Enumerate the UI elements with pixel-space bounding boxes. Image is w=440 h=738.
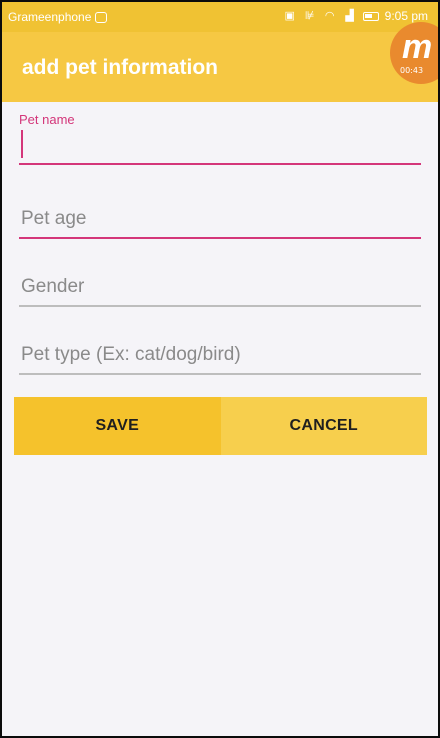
pet-name-input[interactable] xyxy=(19,127,421,163)
nfc-icon: ▣ xyxy=(284,10,295,22)
pet-name-field: Pet name xyxy=(19,112,421,165)
gender-field xyxy=(19,269,421,307)
pet-type-field xyxy=(19,337,421,375)
pet-name-underline xyxy=(19,163,421,165)
app-bar: add pet information m 00:43 xyxy=(2,22,438,102)
wifi-icon: ◠ xyxy=(324,10,335,22)
page-title: add pet information xyxy=(22,56,218,79)
battery-icon xyxy=(362,11,379,21)
carrier-info: Grameenphone xyxy=(8,10,108,24)
screen-recorder-badge[interactable]: m 00:43 xyxy=(390,22,438,84)
carrier-name: Grameenphone xyxy=(8,10,92,24)
action-buttons: SAVE CANCEL xyxy=(14,397,427,455)
recorder-logo-letter: m xyxy=(402,28,433,66)
vibrate-icon: ⊯ xyxy=(304,10,315,22)
gender-underline xyxy=(19,305,421,307)
pet-age-underline xyxy=(19,237,421,239)
status-time: 9:05 pm xyxy=(384,9,428,23)
gender-input[interactable] xyxy=(19,269,421,305)
pet-type-underline xyxy=(19,373,421,375)
recorder-time: 00:43 xyxy=(400,66,424,75)
status-bar: Grameenphone ▣ ⊯ ◠ ▟ 9:05 pm xyxy=(2,2,438,32)
save-button[interactable]: SAVE xyxy=(14,397,221,455)
pet-name-label: Pet name xyxy=(19,112,75,127)
app-screen: Grameenphone ▣ ⊯ ◠ ▟ 9:05 pm add pet inf… xyxy=(2,2,438,736)
cancel-button[interactable]: CANCEL xyxy=(220,397,427,455)
pet-type-input[interactable] xyxy=(19,337,421,373)
pet-age-input[interactable] xyxy=(19,201,421,237)
pet-age-field xyxy=(19,201,421,239)
status-icons: ▣ ⊯ ◠ ▟ 9:05 pm xyxy=(283,9,428,23)
signal-icon: ▟ xyxy=(345,10,354,22)
text-cursor xyxy=(21,130,23,158)
message-icon xyxy=(95,11,108,23)
